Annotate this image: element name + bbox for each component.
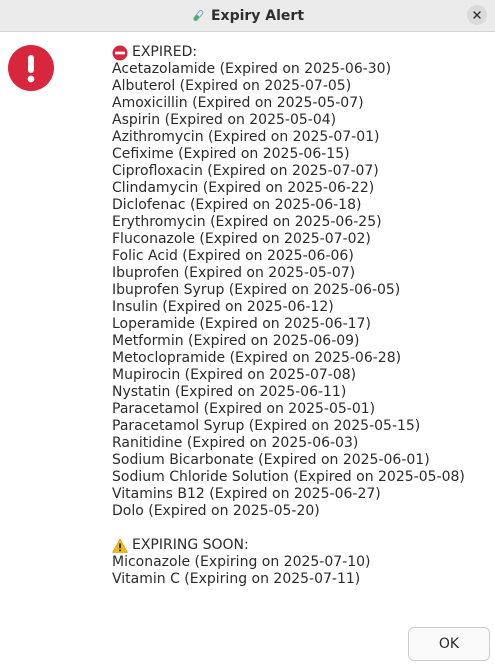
warning-icon bbox=[112, 538, 128, 554]
expired-item: Ciprofloxacin (Expired on 2025-07-07) bbox=[112, 163, 379, 179]
test-tube-icon bbox=[191, 9, 205, 23]
expired-item: Metformin (Expired on 2025-06-09) bbox=[112, 333, 360, 349]
expired-item: Erythromycin (Expired on 2025-06-25) bbox=[112, 214, 382, 230]
expired-item: Cefixime (Expired on 2025-06-15) bbox=[112, 146, 350, 162]
alert-message: EXPIRED: Acetazolamide (Expired on 2025-… bbox=[112, 44, 482, 588]
expiring-header-text: EXPIRING SOON: bbox=[132, 537, 249, 553]
expiring-item: Vitamin C (Expiring on 2025-07-11) bbox=[112, 571, 361, 587]
expired-item: Diclofenac (Expired on 2025-06-18) bbox=[112, 197, 362, 213]
expiring-item: Miconazole (Expiring on 2025-07-10) bbox=[112, 554, 371, 570]
expired-list: Acetazolamide (Expired on 2025-06-30) Al… bbox=[112, 61, 482, 520]
expired-item: Clindamycin (Expired on 2025-06-22) bbox=[112, 180, 375, 196]
expired-item: Ranitidine (Expired on 2025-06-03) bbox=[112, 435, 359, 451]
no-entry-icon bbox=[112, 45, 128, 61]
expiry-alert-dialog: Expiry Alert EXPIRED: Acetazolamide (Exp… bbox=[0, 0, 495, 667]
window-title-text: Expiry Alert bbox=[210, 7, 305, 24]
expired-item: Dolo (Expired on 2025-05-20) bbox=[112, 503, 320, 519]
expiring-list: Miconazole (Expiring on 2025-07-10) Vita… bbox=[112, 554, 482, 588]
expired-item: Insulin (Expired on 2025-06-12) bbox=[112, 299, 334, 315]
expired-item: Paracetamol (Expired on 2025-05-01) bbox=[112, 401, 376, 417]
expired-item: Aspirin (Expired on 2025-05-04) bbox=[112, 112, 337, 128]
expired-item: Fluconazole (Expired on 2025-07-02) bbox=[112, 231, 371, 247]
expired-header: EXPIRED: bbox=[112, 44, 482, 61]
expired-item: Acetazolamide (Expired on 2025-06-30) bbox=[112, 61, 392, 77]
expired-item: Ibuprofen Syrup (Expired on 2025-06-05) bbox=[112, 282, 401, 298]
expired-header-text: EXPIRED: bbox=[132, 44, 198, 60]
expired-item: Vitamins B12 (Expired on 2025-06-27) bbox=[112, 486, 381, 502]
close-button[interactable] bbox=[467, 5, 487, 25]
window-title: Expiry Alert bbox=[0, 0, 495, 31]
expired-item: Loperamide (Expired on 2025-06-17) bbox=[112, 316, 371, 332]
expired-item: Amoxicillin (Expired on 2025-05-07) bbox=[112, 95, 364, 111]
expired-item: Sodium Chloride Solution (Expired on 202… bbox=[112, 469, 465, 485]
expired-item: Sodium Bicarbonate (Expired on 2025-06-0… bbox=[112, 452, 430, 468]
expired-item: Paracetamol Syrup (Expired on 2025-05-15… bbox=[112, 418, 421, 434]
close-icon bbox=[473, 11, 481, 19]
error-alert-icon bbox=[8, 45, 54, 91]
ok-button[interactable]: OK bbox=[408, 627, 490, 661]
expiring-header: EXPIRING SOON: bbox=[112, 537, 482, 554]
expired-item: Metoclopramide (Expired on 2025-06-28) bbox=[112, 350, 402, 366]
expired-item: Folic Acid (Expired on 2025-06-06) bbox=[112, 248, 354, 264]
expired-item: Mupirocin (Expired on 2025-07-08) bbox=[112, 367, 357, 383]
expired-item: Albuterol (Expired on 2025-07-05) bbox=[112, 78, 352, 94]
expired-item: Nystatin (Expired on 2025-06-11) bbox=[112, 384, 347, 400]
expired-item: Ibuprofen (Expired on 2025-05-07) bbox=[112, 265, 356, 281]
expired-item: Azithromycin (Expired on 2025-07-01) bbox=[112, 129, 380, 145]
title-bar: Expiry Alert bbox=[0, 0, 495, 32]
